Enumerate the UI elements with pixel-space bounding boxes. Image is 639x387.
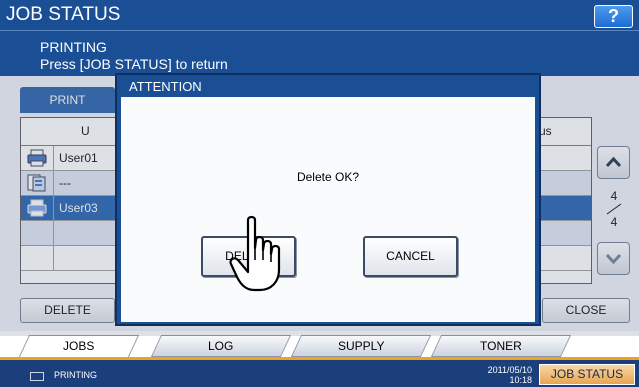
dialog-message: Delete OK?	[296, 170, 360, 184]
footer-status: PRINTING	[54, 370, 98, 380]
touch-hand-icon	[229, 215, 281, 292]
job-status-button[interactable]: JOB STATUS	[539, 364, 635, 385]
cancel-button[interactable]: CANCEL	[363, 236, 458, 277]
footer-datetime: 2011/05/10 10:18	[468, 365, 532, 385]
tab-supply[interactable]: SUPPLY	[290, 335, 432, 357]
footer-time: 10:18	[509, 375, 532, 385]
tab-jobs-label: JOBS	[63, 339, 95, 353]
tab-jobs[interactable]: JOBS	[18, 335, 140, 357]
footer-date: 2011/05/10	[487, 365, 532, 375]
status-banner: PRINTING Press [JOB STATUS] to return	[0, 30, 639, 76]
dialog-title: ATTENTION	[129, 79, 202, 94]
status-hint: Press [JOB STATUS] to return	[40, 56, 228, 72]
tab-toner-label: TONER	[480, 339, 522, 353]
attention-dialog: ATTENTION Delete OK? DELETE CANCEL	[115, 73, 541, 326]
tab-supply-label: SUPPLY	[337, 339, 385, 353]
dialog-body: Delete OK? DELETE CANCEL	[121, 97, 535, 322]
page-title: JOB STATUS	[6, 4, 121, 25]
tab-log[interactable]: LOG	[150, 335, 292, 357]
help-button[interactable]: ?	[594, 5, 633, 28]
tab-log-label: LOG	[208, 339, 234, 353]
status-text: PRINTING	[40, 39, 107, 55]
tab-toner[interactable]: TONER	[430, 335, 572, 357]
printer-status-icon	[30, 372, 44, 381]
